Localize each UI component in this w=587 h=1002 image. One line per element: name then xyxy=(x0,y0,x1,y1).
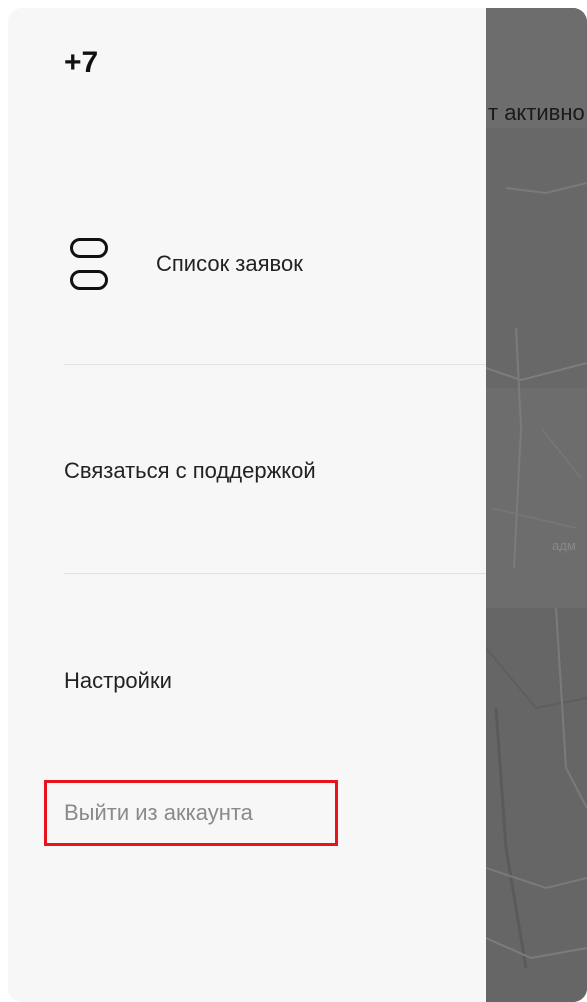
menu-divider xyxy=(64,573,486,574)
menu-divider xyxy=(64,364,486,365)
logout-button-label: Выйти из аккаунта xyxy=(64,800,253,825)
list-icon xyxy=(70,238,112,290)
map-background: т активно адм xyxy=(486,8,587,1002)
background-header-text: т активно xyxy=(488,100,585,125)
menu-item-requests[interactable]: Список заявок xyxy=(64,234,303,294)
menu-item-settings[interactable]: Настройки xyxy=(64,663,172,699)
menu-item-requests-label: Список заявок xyxy=(156,251,303,276)
menu-item-settings-label: Настройки xyxy=(64,668,172,693)
navigation-drawer: +7 Список заявок Связаться с поддержкой … xyxy=(8,8,486,1002)
logout-button[interactable]: Выйти из аккаунта xyxy=(44,780,338,846)
menu-item-support-label: Связаться с поддержкой xyxy=(64,458,316,483)
map-place-label: адм xyxy=(552,538,576,553)
map-roads xyxy=(486,8,587,1002)
app-screen: т активно адм +7 Список заявок Связаться… xyxy=(8,8,587,1002)
account-phone: +7 xyxy=(64,46,99,79)
menu-item-support[interactable]: Связаться с поддержкой xyxy=(64,453,316,489)
